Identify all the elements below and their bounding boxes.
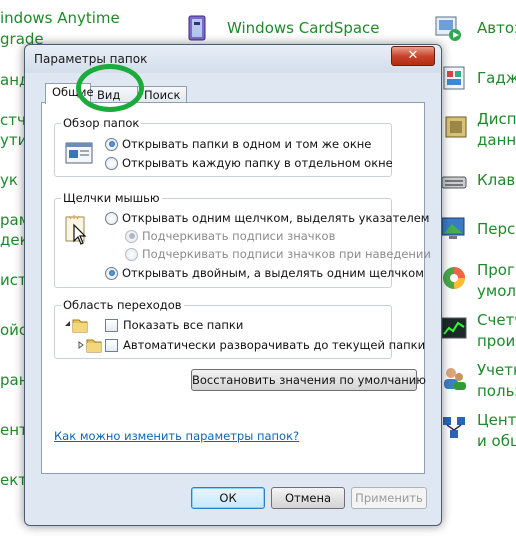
browse-same-window-option[interactable]: Открывать папки в одном и том же окне [105, 137, 371, 151]
right-item-device-manager-2[interactable]: данны [477, 131, 516, 149]
tab-general[interactable]: Общие [45, 83, 94, 104]
autoplay-icon[interactable] [434, 14, 462, 42]
personalization-icon[interactable] [440, 214, 468, 242]
click-items-label: Щелчки мышью [61, 191, 162, 205]
restore-defaults-button[interactable]: Восстановить значения по умолчанию [191, 369, 426, 391]
right-item-network-center-1[interactable]: Центр [477, 411, 516, 429]
right-item-network-center-2[interactable]: и общ [477, 432, 516, 450]
cancel-button[interactable]: Отмена [271, 487, 345, 509]
network-center-icon[interactable] [440, 414, 468, 442]
general-tab-panel: Обзор папок Открывать папки в одном и то… [41, 102, 431, 474]
gadgets-icon[interactable] [440, 64, 468, 92]
browse-new-window-radio[interactable] [105, 156, 118, 170]
show-all-folders-option[interactable]: Показать все папки [105, 318, 243, 332]
folder-window-icon [65, 142, 93, 164]
navigation-pane-label: Область переходов [61, 298, 184, 312]
keyboard-icon[interactable] [440, 168, 468, 196]
browse-same-window-radio[interactable] [105, 137, 118, 151]
performance-icon[interactable] [440, 314, 468, 342]
navigation-pane-group: Область переходов Показать все папки Авт… [54, 298, 425, 359]
auto-expand-option[interactable]: Автоматически разворачивать до текущей п… [105, 338, 425, 352]
auto-expand-checkbox[interactable] [105, 338, 118, 352]
user-accounts-icon[interactable] [440, 364, 468, 392]
right-item-user-accounts-2[interactable]: польз [477, 382, 516, 400]
click-items-group: Щелчки мышью Открывать одним щелчком, вы… [54, 191, 431, 288]
tab-view[interactable]: Вид [90, 86, 138, 103]
double-click-label: Открывать двойным, а выделять одним щелч… [122, 266, 424, 280]
device-manager-icon[interactable] [442, 113, 470, 141]
help-link[interactable]: Как можно изменить параметры папок? [54, 429, 299, 443]
show-all-folders-label: Показать все папки [123, 318, 244, 332]
cardspace-icon[interactable] [186, 14, 210, 44]
ok-button[interactable]: ОК [191, 487, 265, 509]
tab-search[interactable]: Поиск [137, 86, 187, 103]
right-item-device-manager-1[interactable]: Дисп [477, 110, 516, 128]
show-all-folders-checkbox[interactable] [105, 318, 118, 332]
right-item-performance-2[interactable]: произ [477, 332, 516, 350]
browse-same-window-label: Открывать папки в одном и том же окне [122, 137, 372, 151]
browse-new-window-option[interactable]: Открывать каждую папку в отдельном окне [105, 156, 393, 170]
underline-hover-option: Подчеркивать подписи значков при наведен… [125, 247, 431, 261]
single-click-label: Открывать одним щелчком, выделять указат… [122, 211, 430, 225]
dialog-titlebar[interactable]: Параметры папок ✕ [25, 45, 441, 73]
left-item-6[interactable]: ук [0, 171, 18, 189]
underline-always-label: Подчеркивать подписи значков [142, 229, 336, 243]
browse-folders-group: Обзор папок Открывать папки в одном и то… [54, 116, 393, 177]
right-item-autoplay[interactable]: Автоз [477, 19, 516, 37]
underline-always-option: Подчеркивать подписи значков [125, 229, 335, 243]
browse-new-window-label: Открывать каждую папку в отдельном окне [122, 156, 393, 170]
single-click-option[interactable]: Открывать одним щелчком, выделять указат… [105, 211, 430, 225]
right-item-default-programs-1[interactable]: Прогр [477, 261, 516, 279]
double-click-option[interactable]: Открывать двойным, а выделять одним щелч… [105, 266, 424, 280]
single-click-radio[interactable] [105, 211, 118, 225]
underline-hover-radio [125, 247, 138, 261]
windows-cardspace-link[interactable]: Windows CardSpace [227, 19, 380, 37]
double-click-radio[interactable] [105, 266, 118, 280]
browse-folders-label: Обзор папок [61, 116, 142, 130]
folder-options-dialog: Параметры папок ✕ Общие Вид Поиск Обзор … [24, 44, 442, 526]
default-programs-icon[interactable] [440, 264, 468, 292]
right-item-personalization[interactable]: Персо [477, 220, 516, 238]
auto-expand-label: Автоматически разворачивать до текущей п… [123, 338, 426, 352]
underline-hover-label: Подчеркивать подписи значков при наведен… [142, 247, 431, 261]
underline-always-radio [125, 229, 138, 243]
dialog-title: Параметры папок [34, 52, 148, 66]
click-cursor-icon [65, 215, 87, 245]
right-item-default-programs-2[interactable]: умолч [477, 282, 516, 300]
right-item-performance-1[interactable]: Счетч [477, 311, 516, 329]
right-item-keyboard[interactable]: Клави [477, 171, 516, 189]
close-button[interactable]: ✕ [391, 46, 435, 66]
apply-button: Применить [351, 487, 427, 509]
close-icon: ✕ [407, 48, 419, 63]
folder-tree-icon [65, 319, 102, 353]
right-item-gadgets[interactable]: Гадж [477, 69, 516, 87]
right-item-user-accounts-1[interactable]: Учетн [477, 361, 516, 379]
left-item-windows-anytime[interactable]: indows Anytime [0, 9, 120, 27]
